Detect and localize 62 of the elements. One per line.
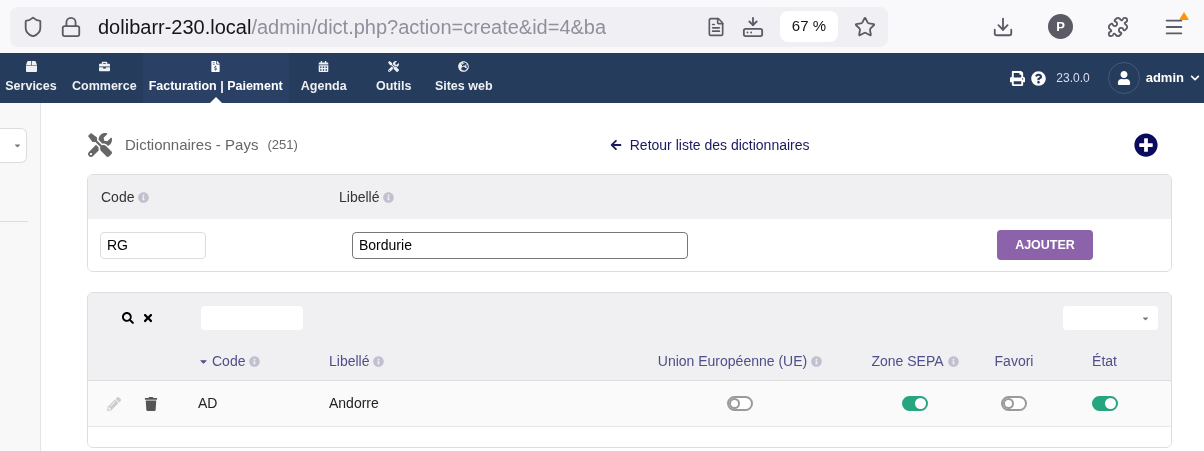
column-header[interactable]: Union Européenne (UE) — [657, 351, 808, 372]
page-title: Dictionnaires - Pays — [125, 134, 259, 155]
toggle-off-icon[interactable] — [1001, 396, 1027, 411]
save-page-icon[interactable] — [741, 15, 764, 38]
active-tab-marker — [209, 97, 222, 103]
menu-tab[interactable]: Services — [0, 53, 66, 103]
menu-tab[interactable]: Commerce — [66, 53, 143, 103]
info-icon — [373, 356, 385, 367]
chevron-down-icon[interactable] — [1190, 73, 1200, 83]
menu-tab[interactable]: Agenda — [288, 53, 359, 103]
shield-icon[interactable] — [22, 15, 44, 38]
column-header[interactable]: Libellé — [329, 351, 370, 372]
clear-filter-icon[interactable] — [142, 312, 154, 324]
add-icon[interactable] — [1134, 133, 1158, 157]
zoom-level[interactable]: 67 % — [779, 11, 838, 42]
puzzle-icon[interactable] — [1107, 15, 1129, 38]
table-cell-text: Andorre — [329, 394, 379, 413]
invoice-icon — [210, 60, 222, 72]
toggle-on-icon[interactable] — [902, 396, 928, 411]
column-header[interactable]: Code — [212, 351, 246, 372]
box-icon — [25, 60, 37, 72]
tools-icon — [88, 133, 112, 157]
address-bar[interactable]: dolibarr-230.local/admin/dict.php?action=create&id=4&ba 67 % — [10, 6, 888, 47]
toggle-on-icon[interactable] — [1091, 396, 1118, 411]
menu-tab[interactable]: Facturation | Paiement — [142, 53, 289, 103]
back-link[interactable]: Retour liste des dictionnaires — [609, 134, 810, 156]
star-icon[interactable] — [854, 15, 876, 38]
url-path: /admin/dict.php?action=create&id=4&ba — [251, 14, 607, 40]
add-button[interactable]: AJOUTER — [997, 230, 1093, 260]
label-input[interactable]: Bordurie — [352, 231, 688, 259]
lock-icon[interactable] — [60, 15, 82, 38]
column-header[interactable]: Zone SEPA — [871, 351, 944, 372]
download-icon[interactable] — [992, 15, 1014, 38]
info-icon — [383, 191, 395, 203]
print-icon[interactable] — [1010, 70, 1026, 86]
menu-tab[interactable]: Sites web — [428, 53, 499, 103]
version-text: 23.0.0 — [1056, 70, 1090, 87]
code-input[interactable]: RG — [100, 231, 206, 259]
column-header: Code — [101, 187, 135, 207]
delete-icon[interactable] — [144, 396, 158, 411]
caret-icon — [13, 141, 22, 150]
table-cell-text: AD — [198, 394, 218, 413]
user-name[interactable]: admin — [1145, 68, 1184, 88]
record-count: (251) — [267, 136, 298, 155]
help-icon[interactable] — [1031, 70, 1047, 86]
profile-avatar[interactable]: P — [1048, 14, 1073, 39]
column-header[interactable]: Favori — [994, 351, 1034, 372]
info-icon — [249, 356, 261, 367]
toggle-off-icon[interactable] — [727, 396, 753, 411]
info-icon — [138, 191, 150, 203]
briefcase-icon — [98, 60, 110, 72]
column-header[interactable]: État — [1092, 351, 1117, 372]
info-icon — [947, 356, 959, 367]
url-host: dolibarr-230.local — [98, 14, 252, 40]
globe-icon — [458, 60, 470, 72]
menu-tab[interactable]: Outils — [358, 53, 429, 103]
tools-icon — [388, 60, 400, 72]
info-icon — [811, 356, 823, 367]
calendar-icon — [318, 60, 330, 72]
column-header: Libellé — [339, 187, 380, 207]
arrow-left-icon — [609, 139, 622, 151]
search-icon[interactable] — [122, 312, 134, 324]
